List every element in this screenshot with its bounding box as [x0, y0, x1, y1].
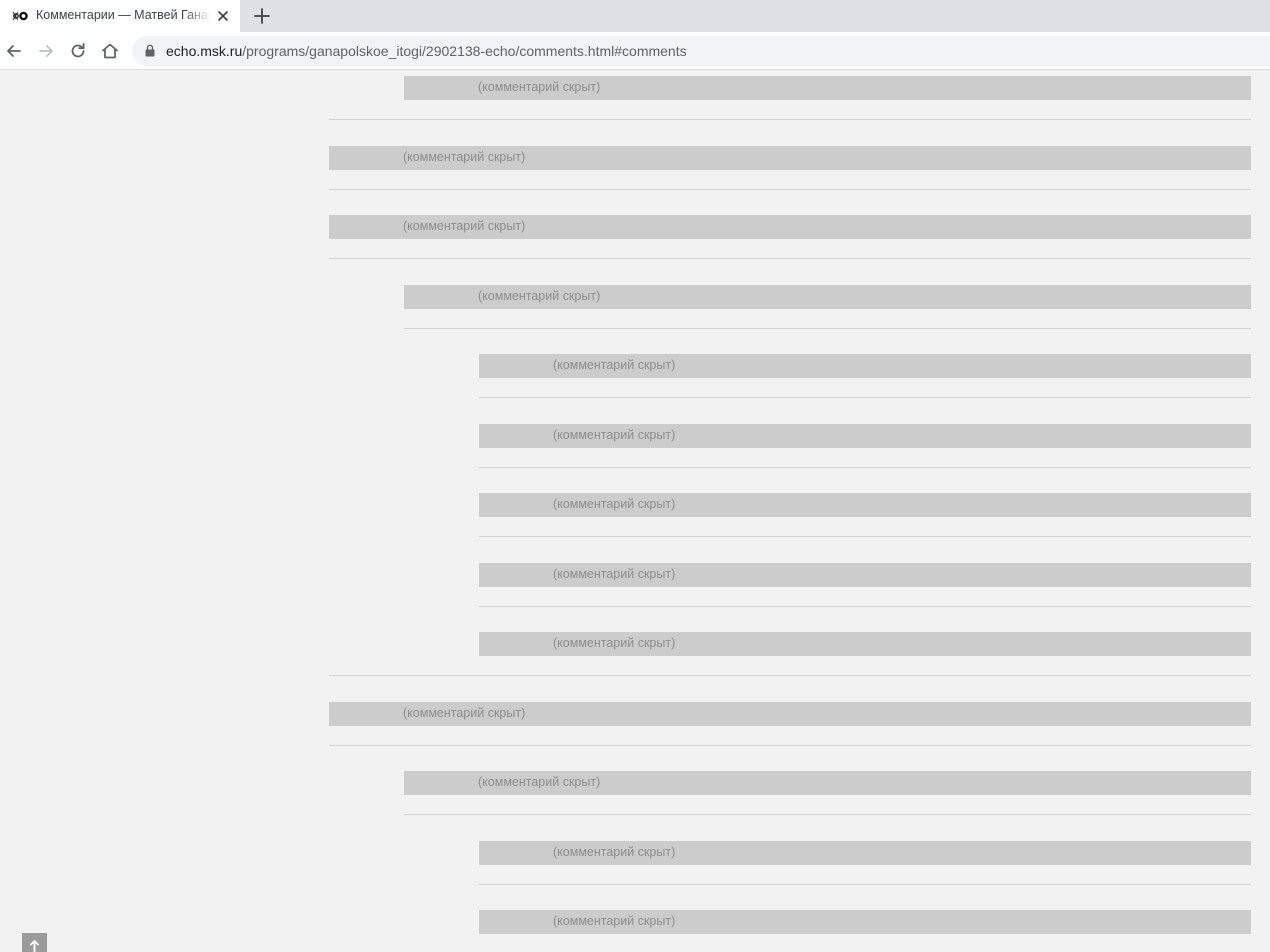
- hidden-comment: (комментарий скрыт): [329, 146, 1251, 170]
- hidden-comment: (комментарий скрыт): [479, 910, 1251, 934]
- comment-separator: [329, 189, 1251, 190]
- hidden-comment-label: (комментарий скрыт): [478, 289, 601, 303]
- hidden-comment-label: (комментарий скрыт): [553, 914, 676, 928]
- hidden-comment: (комментарий скрыт): [479, 632, 1251, 656]
- comment-separator: [479, 536, 1251, 537]
- comment-separator: [329, 119, 1251, 120]
- lock-icon[interactable]: [145, 44, 155, 57]
- hidden-comment: (комментарий скрыт): [329, 702, 1251, 726]
- comment-separator: [329, 675, 1251, 676]
- hidden-comment-label: (комментарий скрыт): [553, 636, 676, 650]
- hidden-comment-label: (комментарий скрыт): [553, 428, 676, 442]
- hidden-comment-label: (комментарий скрыт): [553, 845, 676, 859]
- plus-icon[interactable]: [253, 7, 271, 25]
- hidden-comment-label: (комментарий скрыт): [478, 80, 601, 94]
- hidden-comment: (комментарий скрыт): [479, 493, 1251, 517]
- reload-icon[interactable]: [68, 41, 88, 61]
- comment-separator: [404, 814, 1251, 815]
- hidden-comment: (комментарий скрыт): [329, 215, 1251, 239]
- hidden-comment: (комментарий скрыт): [479, 424, 1251, 448]
- browser-toolbar: echo.msk.ru/programs/ganapolskoe_itogi/2…: [0, 32, 1270, 70]
- tab-title: Комментарии — Матвей Ганапольский — Итог…: [36, 8, 211, 22]
- close-tab-icon[interactable]: [215, 8, 231, 24]
- url-text[interactable]: echo.msk.ru/programs/ganapolskoe_itogi/2…: [166, 43, 687, 59]
- comment-separator: [329, 258, 1251, 259]
- echo-favicon-icon: [12, 11, 28, 21]
- hidden-comment: (комментарий скрыт): [404, 76, 1251, 100]
- hidden-comment: (комментарий скрыт): [479, 563, 1251, 587]
- comment-separator: [404, 328, 1251, 329]
- hidden-comment-label: (комментарий скрыт): [403, 219, 526, 233]
- comment-separator: [479, 397, 1251, 398]
- comment-separator: [479, 884, 1251, 885]
- url-path: /programs/ganapolskoe_itogi/2902138-echo…: [242, 43, 687, 59]
- address-bar[interactable]: echo.msk.ru/programs/ganapolskoe_itogi/2…: [132, 36, 1270, 66]
- url-host: echo.msk.ru: [166, 43, 243, 59]
- hidden-comment-label: (комментарий скрыт): [403, 706, 526, 720]
- hidden-comment-label: (комментарий скрыт): [403, 150, 526, 164]
- tab-strip: Комментарии — Матвей Ганапольский — Итог…: [0, 0, 1270, 32]
- browser-tab-active[interactable]: Комментарии — Матвей Ганапольский — Итог…: [0, 0, 240, 32]
- hidden-comment: (комментарий скрыт): [404, 285, 1251, 309]
- arrow-up-icon[interactable]: [22, 933, 47, 952]
- comment-separator: [479, 467, 1251, 468]
- hidden-comment-label: (комментарий скрыт): [478, 775, 601, 789]
- hidden-comment: (комментарий скрыт): [479, 354, 1251, 378]
- home-icon[interactable]: [100, 41, 120, 61]
- hidden-comment-label: (комментарий скрыт): [553, 567, 676, 581]
- comment-separator: [479, 606, 1251, 607]
- arrow-left-icon[interactable]: [4, 41, 24, 61]
- hidden-comment-label: (комментарий скрыт): [553, 497, 676, 511]
- page-content: (комментарий скрыт) (комментарий скрыт) (к…: [0, 70, 1270, 952]
- comment-separator: [329, 745, 1251, 746]
- comments-thread: (комментарий скрыт) (комментарий скрыт) (к…: [0, 70, 1270, 952]
- hidden-comment-label: (комментарий скрыт): [553, 358, 676, 372]
- arrow-right-icon[interactable]: [36, 41, 56, 61]
- hidden-comment: (комментарий скрыт): [479, 841, 1251, 865]
- hidden-comment: (комментарий скрыт): [404, 771, 1251, 795]
